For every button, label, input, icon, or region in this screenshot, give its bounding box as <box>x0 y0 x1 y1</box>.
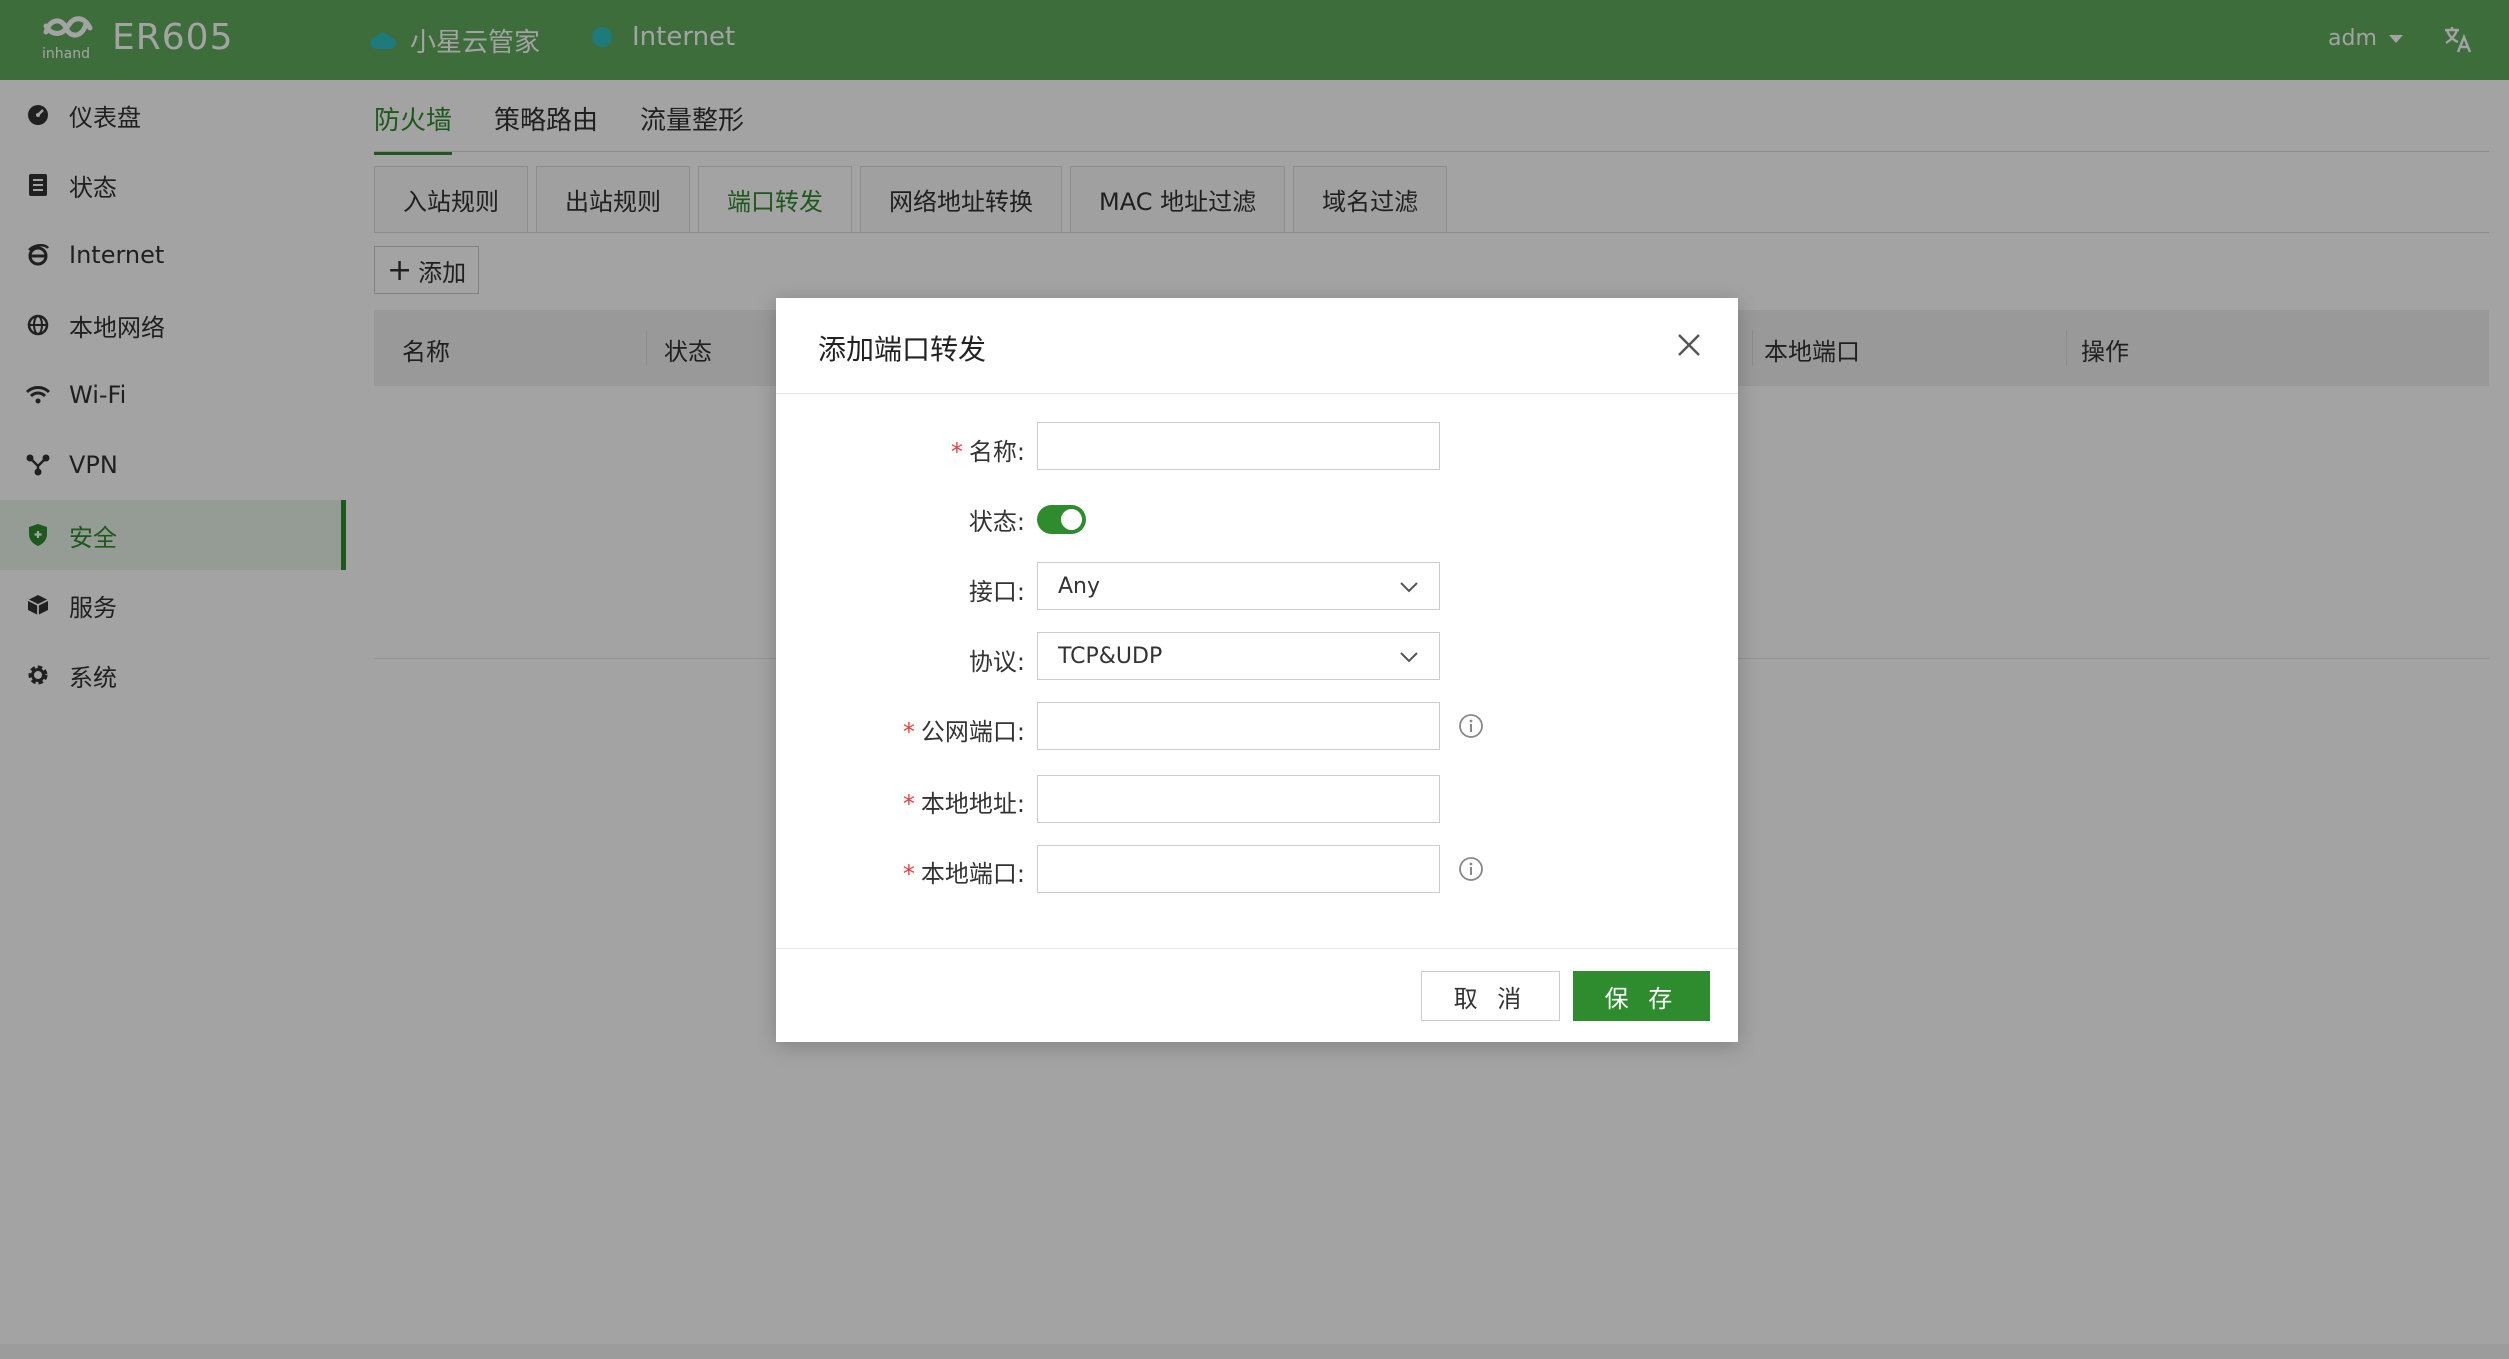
divider <box>776 393 1738 394</box>
public-port-input[interactable] <box>1037 702 1440 750</box>
public-port-info-icon[interactable] <box>1458 713 1484 739</box>
cancel-button[interactable]: 取 消 <box>1421 971 1560 1021</box>
dialog-title: 添加端口转发 <box>818 333 987 366</box>
interface-label: 接口: <box>968 578 1025 606</box>
required-mark: * <box>902 790 915 818</box>
protocol-select[interactable]: TCP&UDP <box>1037 632 1440 680</box>
close-icon <box>1678 334 1700 356</box>
local-port-label: * 本地端口: <box>902 860 1025 888</box>
name-input[interactable] <box>1037 422 1440 470</box>
interface-select[interactable]: Any <box>1037 562 1440 610</box>
required-mark: * <box>902 860 915 888</box>
interface-select-value: Any <box>1058 573 1101 599</box>
name-label: * 名称: <box>950 438 1025 466</box>
close-button[interactable] <box>1674 330 1704 360</box>
local-port-info-icon[interactable] <box>1458 856 1484 882</box>
local-address-label: * 本地地址: <box>902 790 1025 818</box>
chevron-down-icon <box>1400 582 1418 593</box>
chevron-down-icon <box>1400 652 1418 663</box>
add-port-forward-dialog: 添加端口转发 * 名称: 状态: 接口: Any 协议: TCP&UDP * 公网端… <box>776 298 1738 1042</box>
save-button[interactable]: 保 存 <box>1573 971 1710 1021</box>
status-label: 状态: <box>968 508 1025 536</box>
divider <box>776 948 1738 949</box>
public-port-label: * 公网端口: <box>902 718 1025 746</box>
status-toggle[interactable] <box>1037 505 1086 534</box>
toggle-knob <box>1061 509 1082 530</box>
required-mark: * <box>902 718 915 746</box>
local-port-input[interactable] <box>1037 845 1440 893</box>
protocol-select-value: TCP&UDP <box>1058 643 1163 669</box>
local-address-input[interactable] <box>1037 775 1440 823</box>
required-mark: * <box>950 438 963 466</box>
protocol-label: 协议: <box>968 648 1025 676</box>
